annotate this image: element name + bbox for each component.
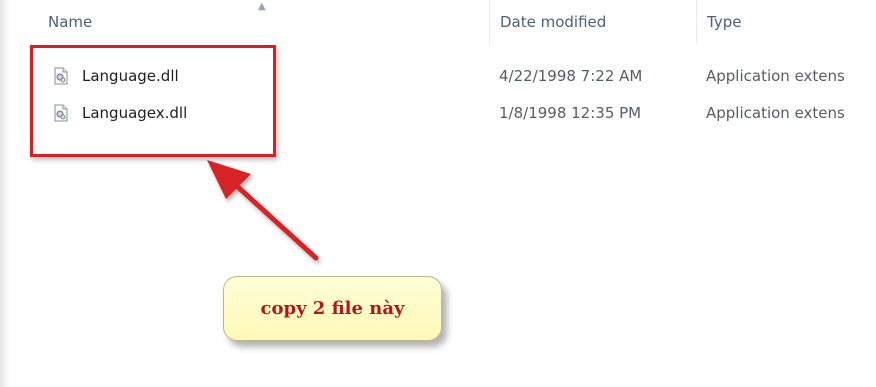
callout-text: copy 2 file này: [260, 298, 405, 319]
explorer-file-list: Name ▲ Date modified Type Language.dll 4…: [0, 0, 876, 387]
annotation-callout: copy 2 file này: [223, 276, 442, 341]
